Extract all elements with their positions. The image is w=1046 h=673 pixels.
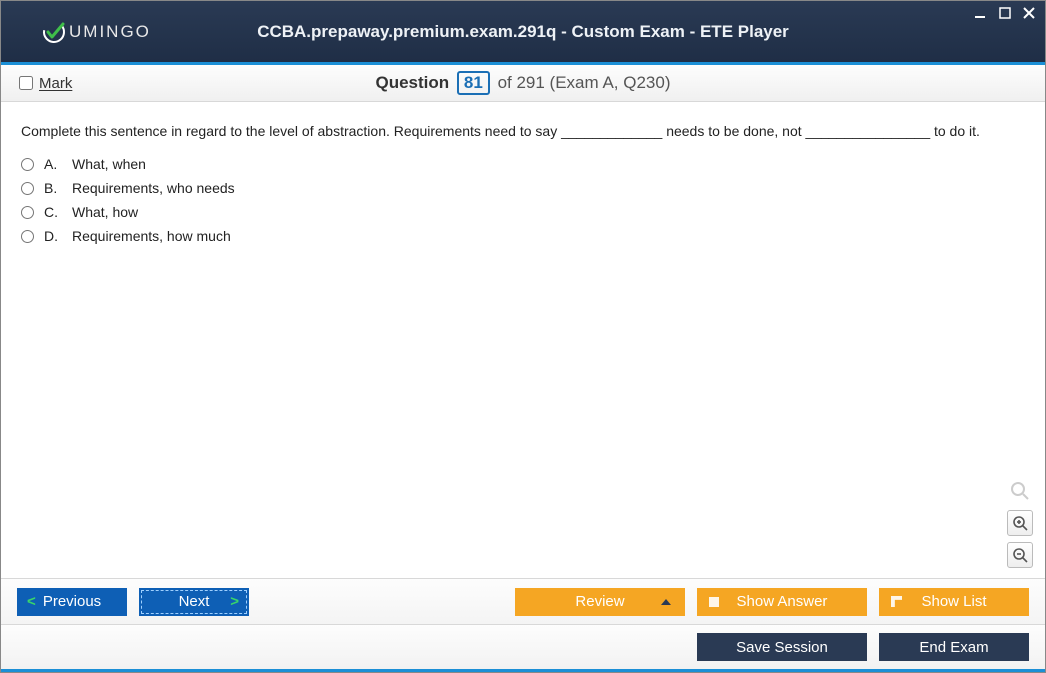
- previous-button[interactable]: < Previous: [17, 588, 127, 616]
- answer-letter: C.: [44, 204, 62, 220]
- answer-option[interactable]: C. What, how: [21, 204, 1025, 220]
- app-logo: UMINGO: [41, 19, 151, 45]
- answer-letter: B.: [44, 180, 62, 196]
- zoom-out-icon[interactable]: [1007, 542, 1033, 568]
- previous-label: Previous: [43, 593, 101, 610]
- answer-radio[interactable]: [21, 230, 34, 243]
- footer-actions: Save Session End Exam: [1, 624, 1045, 672]
- answer-option[interactable]: A. What, when: [21, 156, 1025, 172]
- chevron-left-icon: <: [27, 593, 36, 610]
- list-icon: [891, 596, 902, 607]
- question-suffix: of 291 (Exam A, Q230): [498, 73, 671, 92]
- question-text: Complete this sentence in regard to the …: [21, 121, 1025, 142]
- question-content: Complete this sentence in regard to the …: [1, 105, 1045, 576]
- answer-text: Requirements, who needs: [72, 180, 235, 196]
- end-exam-label: End Exam: [919, 639, 988, 656]
- title-bar: UMINGO CCBA.prepaway.premium.exam.291q -…: [1, 1, 1045, 65]
- question-bar: Mark Question 81 of 291 (Exam A, Q230): [1, 65, 1045, 102]
- question-number: 81: [457, 71, 490, 95]
- save-session-label: Save Session: [736, 639, 828, 656]
- checkmark-icon: [41, 19, 67, 45]
- show-list-button[interactable]: Show List: [879, 588, 1029, 616]
- window-title: CCBA.prepaway.premium.exam.291q - Custom…: [1, 22, 1045, 42]
- next-label: Next: [179, 593, 210, 610]
- maximize-icon[interactable]: [997, 5, 1013, 21]
- answer-letter: D.: [44, 228, 62, 244]
- search-icon[interactable]: [1007, 478, 1033, 504]
- question-indicator: Question 81 of 291 (Exam A, Q230): [1, 71, 1045, 95]
- show-answer-label: Show Answer: [737, 593, 828, 610]
- mark-checkbox[interactable]: Mark: [19, 75, 72, 92]
- end-exam-button[interactable]: End Exam: [879, 633, 1029, 661]
- triangle-up-icon: [661, 599, 671, 605]
- window-controls: [973, 5, 1037, 21]
- answer-options: A. What, when B. Requirements, who needs…: [21, 156, 1025, 244]
- answer-text: Requirements, how much: [72, 228, 231, 244]
- chevron-right-icon: >: [230, 593, 239, 610]
- square-icon: [709, 597, 719, 607]
- zoom-in-icon[interactable]: [1007, 510, 1033, 536]
- answer-option[interactable]: B. Requirements, who needs: [21, 180, 1025, 196]
- show-answer-button[interactable]: Show Answer: [697, 588, 867, 616]
- footer-nav: < Previous Next > Review Show Answer Sho…: [1, 578, 1045, 624]
- answer-letter: A.: [44, 156, 62, 172]
- answer-radio[interactable]: [21, 206, 34, 219]
- next-button[interactable]: Next >: [139, 588, 249, 616]
- review-button[interactable]: Review: [515, 588, 685, 616]
- app-logo-text: UMINGO: [69, 22, 151, 42]
- side-tools: [1007, 478, 1033, 568]
- answer-radio[interactable]: [21, 182, 34, 195]
- close-icon[interactable]: [1021, 5, 1037, 21]
- answer-text: What, when: [72, 156, 146, 172]
- show-list-label: Show List: [921, 593, 986, 610]
- mark-checkbox-input[interactable]: [19, 76, 33, 90]
- minimize-icon[interactable]: [973, 5, 989, 21]
- save-session-button[interactable]: Save Session: [697, 633, 867, 661]
- answer-radio[interactable]: [21, 158, 34, 171]
- mark-label: Mark: [39, 75, 72, 92]
- answer-option[interactable]: D. Requirements, how much: [21, 228, 1025, 244]
- review-label: Review: [575, 593, 624, 610]
- answer-text: What, how: [72, 204, 138, 220]
- question-word: Question: [376, 73, 450, 92]
